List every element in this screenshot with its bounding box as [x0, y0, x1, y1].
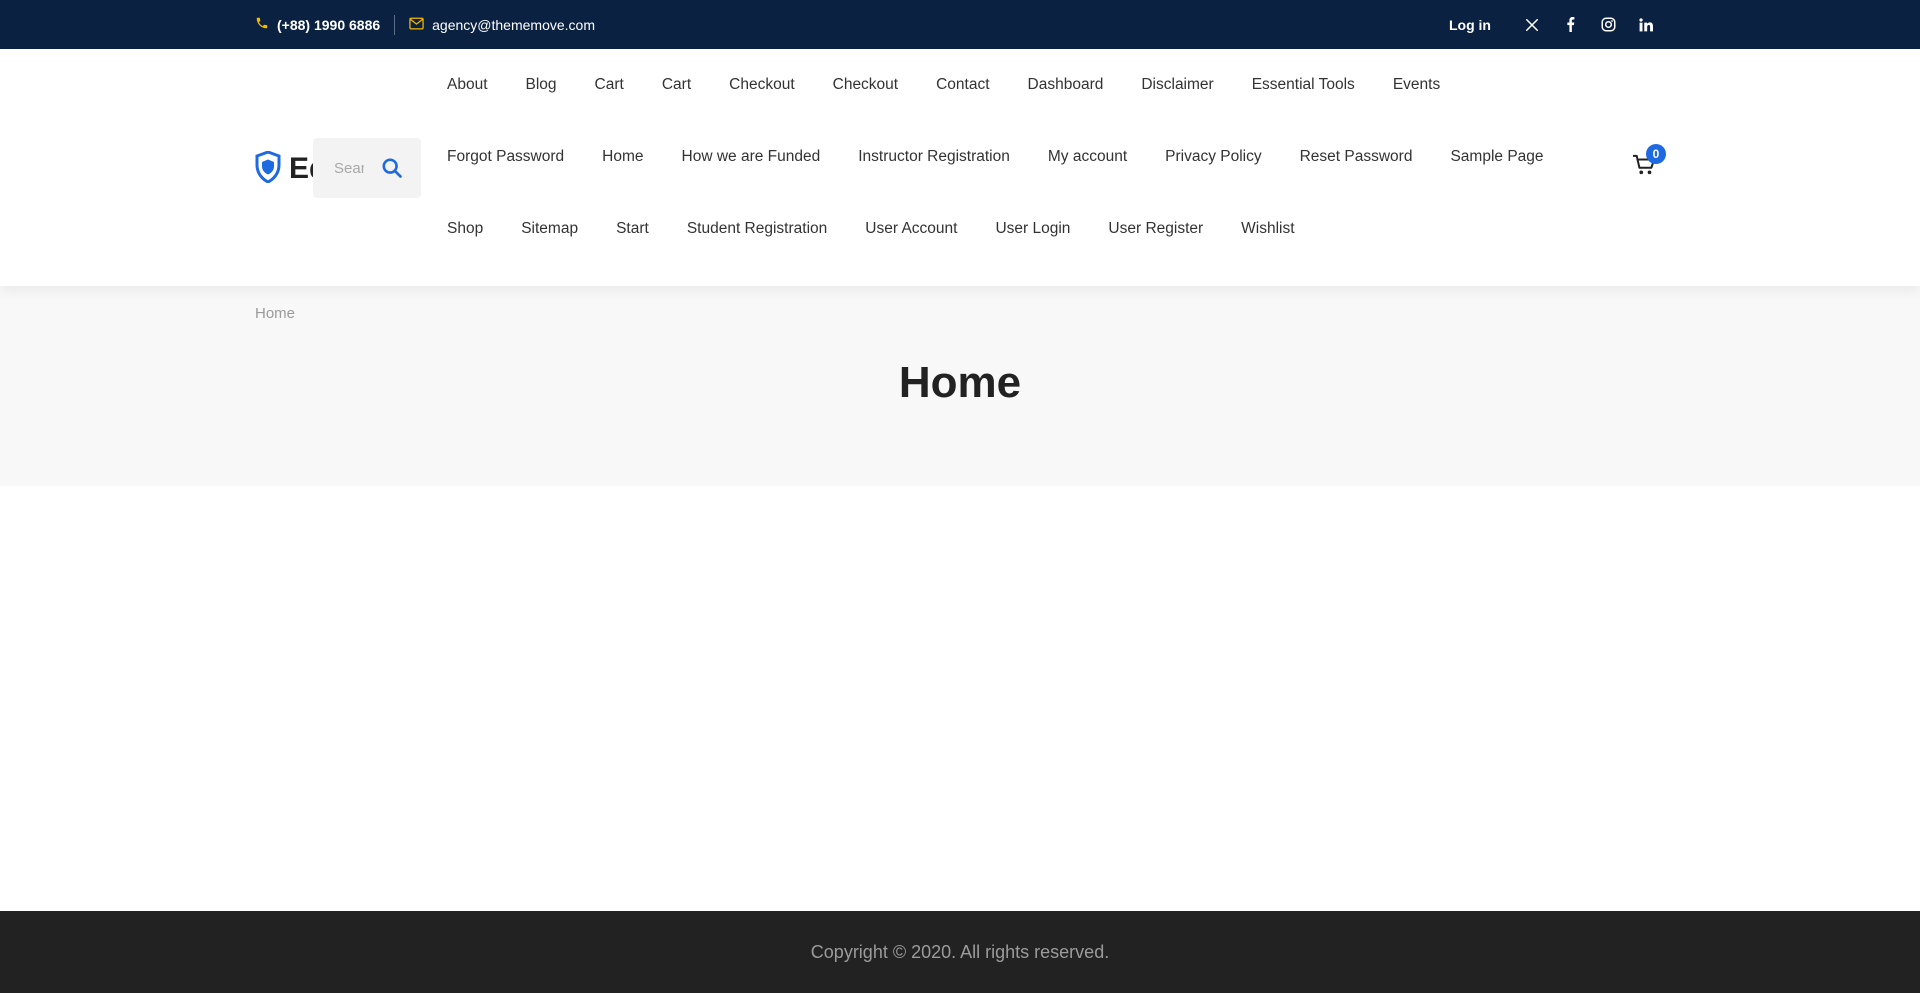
nav-row: Shop Sitemap Start Student Registration …	[447, 193, 1333, 265]
nav-item-cart[interactable]: Cart	[595, 76, 624, 94]
nav-item-shop[interactable]: Shop	[447, 220, 483, 238]
facebook-icon[interactable]	[1551, 0, 1589, 49]
linkedin-icon[interactable]	[1627, 0, 1665, 49]
divider	[394, 14, 396, 35]
nav-item-sample-page[interactable]: Sample Page	[1450, 148, 1543, 166]
page-title: Home	[898, 358, 1022, 407]
top-bar-actions: Log in	[1449, 0, 1665, 49]
envelope-icon	[409, 17, 424, 33]
phone-contact[interactable]: (+88) 1990 6886	[255, 16, 380, 33]
nav-item-wishlist[interactable]: Wishlist	[1241, 220, 1294, 238]
logo-text: Ed	[289, 152, 315, 185]
nav-item-checkout[interactable]: Checkout	[729, 76, 794, 94]
nav-item-cart-2[interactable]: Cart	[662, 76, 691, 94]
cart-count-badge: 0	[1646, 144, 1666, 164]
nav-row: Forgot Password Home How we are Funded I…	[447, 121, 1582, 193]
phone-number: (+88) 1990 6886	[277, 16, 381, 33]
x-icon[interactable]	[1513, 0, 1551, 49]
nav-item-events[interactable]: Events	[1393, 76, 1440, 94]
search-icon[interactable]	[381, 157, 403, 179]
email-address: agency@thememove.com	[432, 16, 595, 33]
breadcrumb[interactable]: Home	[255, 305, 295, 322]
nav-item-my-account[interactable]: My account	[1048, 148, 1127, 166]
nav-item-instructor-registration[interactable]: Instructor Registration	[858, 148, 1010, 166]
nav-item-reset-password[interactable]: Reset Password	[1300, 148, 1413, 166]
nav-item-user-login[interactable]: User Login	[995, 220, 1070, 238]
cart-icon	[1632, 154, 1656, 180]
site-logo[interactable]: Ed	[255, 149, 315, 189]
nav-item-sitemap[interactable]: Sitemap	[521, 220, 578, 238]
contact-info: (+88) 1990 6886 agency@thememove.com	[255, 0, 595, 49]
nav-item-checkout-2[interactable]: Checkout	[833, 76, 898, 94]
nav-item-home[interactable]: Home	[602, 148, 643, 166]
site-header: Ed About Blog Cart Cart Checkout Checkou…	[0, 49, 1920, 286]
search-input[interactable]	[334, 159, 364, 177]
site-footer: Copyright © 2020. All rights reserved.	[0, 911, 1920, 993]
nav-item-contact[interactable]: Contact	[936, 76, 989, 94]
top-bar: (+88) 1990 6886 agency@thememove.com Log…	[0, 0, 1920, 49]
nav-item-privacy-policy[interactable]: Privacy Policy	[1165, 148, 1261, 166]
phone-icon	[255, 16, 269, 33]
email-contact[interactable]: agency@thememove.com	[409, 17, 595, 33]
nav-item-essential-tools[interactable]: Essential Tools	[1252, 76, 1355, 94]
cart-button[interactable]: 0	[1632, 144, 1666, 180]
login-link[interactable]: Log in	[1449, 17, 1491, 33]
instagram-icon[interactable]	[1589, 0, 1627, 49]
copyright-text: Copyright © 2020. All rights reserved.	[810, 942, 1110, 962]
nav-item-user-account[interactable]: User Account	[865, 220, 957, 238]
nav-item-blog[interactable]: Blog	[526, 76, 557, 94]
nav-item-student-registration[interactable]: Student Registration	[687, 220, 827, 238]
nav-item-user-register[interactable]: User Register	[1108, 220, 1203, 238]
search-box	[313, 138, 421, 198]
nav-item-about[interactable]: About	[447, 76, 488, 94]
nav-item-disclaimer[interactable]: Disclaimer	[1141, 76, 1213, 94]
shield-logo-icon	[255, 149, 281, 188]
nav-item-start[interactable]: Start	[616, 220, 649, 238]
nav-item-forgot-password[interactable]: Forgot Password	[447, 148, 564, 166]
nav-item-how-we-are-funded[interactable]: How we are Funded	[682, 148, 821, 166]
nav-item-dashboard[interactable]: Dashboard	[1028, 76, 1104, 94]
page-title-section: Home Home	[0, 286, 1920, 486]
nav-row: About Blog Cart Cart Checkout Checkout C…	[447, 49, 1478, 121]
